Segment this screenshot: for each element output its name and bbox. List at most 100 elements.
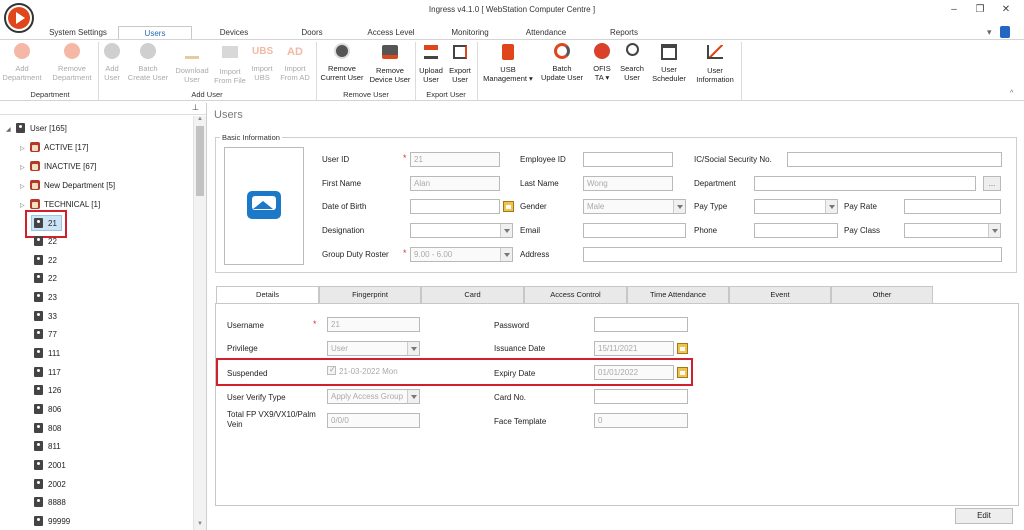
- tab-details[interactable]: Details: [216, 286, 319, 304]
- phone-field[interactable]: [754, 223, 838, 238]
- issuance-date-field[interactable]: 15/11/2021: [594, 341, 674, 356]
- tree-group-new-department[interactable]: ▷ New Department [5]: [20, 178, 115, 194]
- edit-button[interactable]: Edit: [955, 508, 1013, 524]
- expand-caret-icon[interactable]: ▷: [20, 160, 30, 176]
- chevron-down-icon[interactable]: [500, 224, 512, 237]
- face-template-field[interactable]: 0: [594, 413, 688, 428]
- tree-user[interactable]: 77: [34, 327, 57, 343]
- tree-user[interactable]: 22: [34, 234, 57, 250]
- employee-id-field[interactable]: [583, 152, 673, 167]
- search-user-button[interactable]: Search User: [618, 43, 646, 82]
- email-field[interactable]: [583, 223, 686, 238]
- tab-monitoring[interactable]: Monitoring: [442, 26, 498, 40]
- privilege-select[interactable]: User: [327, 341, 420, 356]
- tab-reports[interactable]: Reports: [598, 26, 650, 40]
- chevron-down-icon[interactable]: [407, 342, 419, 355]
- ofis-ta-button[interactable]: OFIS TA ▾: [590, 43, 614, 82]
- collapse-ribbon-icon[interactable]: ^: [1010, 90, 1013, 97]
- tree-user[interactable]: 117: [34, 365, 61, 381]
- tree-scrollbar[interactable]: ▲ ▼: [193, 116, 206, 530]
- address-field[interactable]: [583, 247, 1002, 262]
- close-icon[interactable]: ✕: [996, 2, 1016, 18]
- department-field[interactable]: [754, 176, 976, 191]
- tab-users[interactable]: Users: [118, 26, 192, 40]
- calendar-icon[interactable]: [503, 201, 514, 212]
- tree-user[interactable]: 808: [34, 421, 61, 437]
- dob-field[interactable]: [410, 199, 500, 214]
- pay-type-select[interactable]: [754, 199, 838, 214]
- batch-update-user-button[interactable]: Batch Update User: [538, 43, 586, 82]
- last-name-field[interactable]: Wong: [583, 176, 673, 191]
- usb-management-button[interactable]: USB Management ▾: [480, 43, 536, 83]
- add-department-button[interactable]: Add Department: [2, 43, 42, 82]
- chevron-down-icon[interactable]: [673, 200, 685, 213]
- pay-rate-field[interactable]: [904, 199, 1001, 214]
- tree-user[interactable]: 23: [34, 290, 57, 306]
- import-ubs-button[interactable]: UBS Import UBS: [249, 43, 275, 82]
- designation-select[interactable]: [410, 223, 513, 238]
- user-photo[interactable]: [224, 147, 304, 265]
- scroll-thumb[interactable]: [196, 126, 204, 196]
- tree-user[interactable]: 2001: [34, 458, 66, 474]
- tree-user[interactable]: 2002: [34, 477, 66, 493]
- pay-class-select[interactable]: [904, 223, 1001, 238]
- ic-ssn-field[interactable]: [787, 152, 1002, 167]
- scroll-up-icon[interactable]: ▲: [197, 116, 203, 122]
- upload-user-button[interactable]: Upload User: [417, 43, 445, 84]
- add-user-button[interactable]: Add User: [101, 43, 123, 82]
- tree-user[interactable]: 8888: [34, 495, 66, 511]
- tree-user[interactable]: 22: [34, 253, 57, 269]
- calendar-icon[interactable]: [677, 343, 688, 354]
- department-browse-button[interactable]: ...: [983, 176, 1001, 191]
- tab-other[interactable]: Other: [831, 286, 933, 303]
- tab-attendance[interactable]: Attendance: [518, 26, 574, 40]
- roster-select[interactable]: 9.00 - 6.00: [410, 247, 513, 262]
- chevron-down-icon[interactable]: [407, 390, 419, 403]
- verify-type-select[interactable]: Apply Access Group: [327, 389, 420, 404]
- tab-fingerprint[interactable]: Fingerprint: [319, 286, 421, 303]
- import-from-ad-button[interactable]: AD Import From AD: [277, 43, 313, 82]
- office-icon[interactable]: [1000, 26, 1010, 38]
- username-field[interactable]: 21: [327, 317, 420, 332]
- password-field[interactable]: [594, 317, 688, 332]
- export-user-button[interactable]: Export User: [446, 43, 474, 84]
- tree-user[interactable]: 806: [34, 402, 61, 418]
- download-user-button[interactable]: Download User: [172, 43, 212, 84]
- tab-system-settings[interactable]: System Settings: [44, 26, 112, 40]
- tab-event[interactable]: Event: [729, 286, 831, 303]
- remove-current-user-button[interactable]: Remove Current User: [318, 43, 366, 82]
- tree-group-inactive[interactable]: ▷ INACTIVE [67]: [20, 159, 96, 175]
- chevron-down-icon[interactable]: [988, 224, 1000, 237]
- tree-user[interactable]: 111: [34, 346, 60, 362]
- card-no-field[interactable]: [594, 389, 688, 404]
- tree-root[interactable]: ◢ User [165]: [6, 121, 67, 137]
- import-from-file-button[interactable]: Import From File: [213, 43, 247, 85]
- tab-card[interactable]: Card: [421, 286, 524, 303]
- tree-user[interactable]: 22: [34, 271, 57, 287]
- expand-caret-icon[interactable]: ▷: [20, 141, 30, 157]
- collapse-caret-icon[interactable]: ◢: [6, 122, 16, 138]
- first-name-field[interactable]: Alan: [410, 176, 500, 191]
- tab-doors[interactable]: Doors: [290, 26, 334, 40]
- remove-department-button[interactable]: Remove Department: [48, 43, 96, 82]
- chevron-down-icon[interactable]: [500, 248, 512, 261]
- total-fp-field[interactable]: 0/0/0: [327, 413, 420, 428]
- pin-icon[interactable]: ⊥: [192, 103, 199, 112]
- tree-user[interactable]: 99999: [34, 514, 70, 530]
- chevron-down-icon[interactable]: [825, 200, 837, 213]
- gender-select[interactable]: Male: [583, 199, 686, 214]
- user-id-field[interactable]: 21: [410, 152, 500, 167]
- minimize-icon[interactable]: –: [944, 2, 964, 18]
- tree-user[interactable]: 126: [34, 383, 61, 399]
- help-dropdown-icon[interactable]: ▾: [987, 27, 997, 37]
- expand-caret-icon[interactable]: ▷: [20, 179, 30, 195]
- tab-access-control[interactable]: Access Control: [524, 286, 627, 303]
- user-information-button[interactable]: User Information: [692, 43, 738, 84]
- tab-time-attendance[interactable]: Time Attendance: [627, 286, 729, 303]
- scroll-down-icon[interactable]: ▼: [197, 521, 203, 527]
- tab-access-level[interactable]: Access Level: [360, 26, 422, 40]
- user-scheduler-button[interactable]: User Scheduler: [649, 43, 689, 83]
- batch-create-user-button[interactable]: Batch Create User: [126, 43, 170, 82]
- remove-device-user-button[interactable]: Remove Device User: [367, 43, 413, 84]
- tree-user[interactable]: 33: [34, 309, 57, 325]
